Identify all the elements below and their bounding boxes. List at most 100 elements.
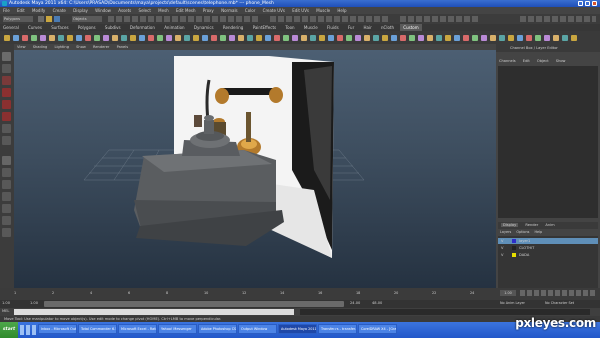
command-input[interactable]	[14, 309, 294, 315]
shelf-tool-icon[interactable]	[310, 35, 316, 41]
shelf-tool-icon[interactable]	[265, 35, 271, 41]
shelf-tool-icon[interactable]	[517, 35, 523, 41]
shelf-tool-icon[interactable]	[526, 35, 532, 41]
range-start[interactable]: 1.00	[30, 301, 38, 305]
shelf-tool-icon[interactable]	[202, 35, 208, 41]
layer-tab-display[interactable]: Display	[501, 223, 519, 227]
menu-edit-uvs[interactable]: Edit UVs	[292, 8, 309, 13]
shelf-tab-fur[interactable]: Fur	[345, 24, 357, 31]
layer-visibility-toggle[interactable]: V	[501, 252, 503, 258]
cbox-menu-show[interactable]: Show	[556, 59, 566, 63]
mode-dropdown[interactable]: Polygons	[3, 16, 33, 22]
layer-color-swatch[interactable]	[512, 253, 516, 257]
shelf-tool-icon[interactable]	[229, 35, 235, 41]
shelf-tool-icon[interactable]	[94, 35, 100, 41]
range-slider-bar[interactable]	[44, 301, 344, 307]
shelf-tool-icon[interactable]	[418, 35, 424, 41]
perspective-viewport[interactable]	[14, 50, 496, 288]
shelf-tab-deformation[interactable]: Deformation	[127, 24, 158, 31]
shelf-tool-icon[interactable]	[193, 35, 199, 41]
shelf-tab-subdivs[interactable]: Subdivs	[102, 24, 124, 31]
taskbar-item[interactable]: Microsoft Excel - Ratios.xls	[118, 324, 157, 334]
shelf-tool-icon[interactable]	[256, 35, 262, 41]
save-scene-icon[interactable]	[54, 16, 60, 22]
shelf-tool-icon[interactable]	[49, 35, 55, 41]
shelf-tool-icon[interactable]	[139, 35, 145, 41]
anim-layer-dropdown[interactable]: No Anim Layer	[500, 301, 525, 305]
minimize-button[interactable]	[578, 1, 583, 6]
shelf-tool-icon[interactable]	[76, 35, 82, 41]
shelf-tool-icon[interactable]	[463, 35, 469, 41]
taskbar-item[interactable]: Total Commander 6.53 ...	[78, 324, 117, 334]
shelf-tool-icon[interactable]	[4, 35, 10, 41]
menu-normals[interactable]: Normals	[221, 8, 238, 13]
taskbar-item[interactable]: CorelDRAW X4 - [Graphic]	[358, 324, 397, 334]
shelf-tab-polygons[interactable]: Polygons	[75, 24, 99, 31]
shelf-tool-icon[interactable]	[247, 35, 253, 41]
shelf-tool-icon[interactable]	[211, 35, 217, 41]
shelf-tool-icon[interactable]	[40, 35, 46, 41]
rotate-tool-icon[interactable]	[2, 100, 11, 109]
shelf-tool-icon[interactable]	[67, 35, 73, 41]
layer-visibility-toggle[interactable]: V	[501, 245, 503, 251]
shelf-tool-icon[interactable]	[499, 35, 505, 41]
shelf-tab-curves[interactable]: Curves	[25, 24, 45, 31]
graph-editor-layout-icon[interactable]	[2, 228, 11, 237]
menu-muscle[interactable]: Muscle	[316, 8, 330, 13]
shelf-tab-ncloth[interactable]: nCloth	[378, 24, 397, 31]
shelf-tab-animation[interactable]: Animation	[161, 24, 187, 31]
shelf-tool-icon[interactable]	[112, 35, 118, 41]
open-scene-icon[interactable]	[46, 16, 52, 22]
last-tool-icon[interactable]	[2, 136, 11, 145]
menu-assets[interactable]: Assets	[118, 8, 131, 13]
shelf-tab-dynamics[interactable]: Dynamics	[191, 24, 217, 31]
menu-select[interactable]: Select	[139, 8, 151, 13]
menu-mesh[interactable]: Mesh	[158, 8, 169, 13]
shelf-tool-icon[interactable]	[373, 35, 379, 41]
shelf-tool-icon[interactable]	[346, 35, 352, 41]
shelf-tool-icon[interactable]	[220, 35, 226, 41]
start-button[interactable]: start	[0, 322, 18, 338]
shelf-tool-icon[interactable]	[58, 35, 64, 41]
layer-row[interactable]: V CLOTHIT	[498, 245, 598, 251]
cbox-menu-edit[interactable]: Edit	[523, 59, 530, 63]
persp-outliner-layout-icon[interactable]	[2, 180, 11, 189]
persp-graph-layout-icon[interactable]	[2, 192, 11, 201]
layer-menu-help[interactable]: Help	[534, 230, 542, 234]
shelf-tool-icon[interactable]	[364, 35, 370, 41]
panel-menu-lighting[interactable]: Lighting	[54, 45, 69, 49]
shelf-tool-icon[interactable]	[121, 35, 127, 41]
menu-create[interactable]: Create	[53, 8, 66, 13]
character-set-dropdown[interactable]: No Character Set	[545, 301, 574, 305]
menu-edit-mesh[interactable]: Edit Mesh	[176, 8, 196, 13]
shelf-tool-icon[interactable]	[472, 35, 478, 41]
menu-color[interactable]: Color	[245, 8, 255, 13]
layer-row[interactable]: V DADA	[498, 252, 598, 258]
taskbar-item[interactable]: Transfer.rs - transfer.p...	[318, 324, 357, 334]
channel-box-body[interactable]	[498, 66, 598, 218]
shelf-tool-icon[interactable]	[319, 35, 325, 41]
panel-menu-show[interactable]: Show	[76, 45, 86, 49]
shelf-tool-icon[interactable]	[535, 35, 541, 41]
shelf-tool-icon[interactable]	[337, 35, 343, 41]
shelf-tool-icon[interactable]	[508, 35, 514, 41]
shelf-tab-surfaces[interactable]: Surfaces	[48, 24, 71, 31]
layer-color-swatch[interactable]	[512, 239, 516, 243]
panel-menu-shading[interactable]: Shading	[33, 45, 48, 49]
taskbar-item[interactable]: Yahoo! Messenger	[158, 324, 197, 334]
maximize-button[interactable]	[585, 1, 590, 6]
range-start-time[interactable]: 1.00	[2, 301, 10, 305]
shelf-tool-icon[interactable]	[481, 35, 487, 41]
panel-menu-view[interactable]: View	[17, 45, 26, 49]
layer-row[interactable]: V layer1	[498, 238, 598, 244]
shelf-tab-muscle[interactable]: Muscle	[301, 24, 321, 31]
shelf-tool-icon[interactable]	[328, 35, 334, 41]
shelf-tool-icon[interactable]	[13, 35, 19, 41]
shelf-tab-custom[interactable]: Custom	[400, 24, 422, 31]
range-max[interactable]: 48.00	[372, 301, 382, 305]
shelf-tool-icon[interactable]	[409, 35, 415, 41]
cbox-menu-channels[interactable]: Channels	[499, 59, 516, 63]
menu-help[interactable]: Help	[337, 8, 346, 13]
shelf-tool-icon[interactable]	[562, 35, 568, 41]
menu-proxy[interactable]: Proxy	[203, 8, 214, 13]
